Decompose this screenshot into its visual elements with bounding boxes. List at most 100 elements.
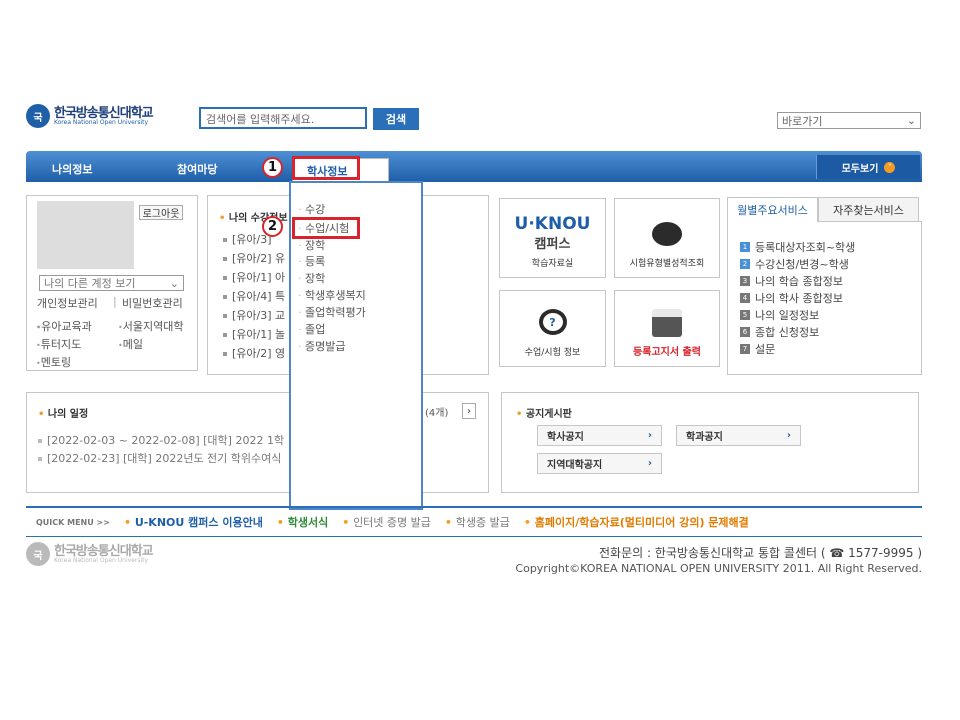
logo-korean-name: 한국방송통신대학교 bbox=[54, 543, 154, 559]
logo-english-name: Korea National Open University bbox=[54, 556, 149, 564]
highlight-box-academic-info bbox=[292, 156, 360, 180]
tab-frequent-services[interactable]: 자주찾는서비스 bbox=[818, 197, 919, 222]
chevron-right-icon[interactable]: › bbox=[462, 403, 476, 419]
service-item[interactable]: 2 수강신청/변경~학생 bbox=[740, 256, 849, 272]
profile-link[interactable]: •메일 bbox=[118, 336, 143, 352]
search-button[interactable]: 검색 bbox=[373, 108, 419, 130]
schedule-item[interactable]: [2022-02-23] [대학] 2022년도 전기 학위수여식 bbox=[38, 450, 281, 466]
profile-photo bbox=[37, 201, 134, 269]
quick-link[interactable]: • 학생증 발급 bbox=[445, 514, 510, 530]
logo-korean-name: 한국방송통신대학교 bbox=[54, 105, 154, 121]
quick-menu-bar: QUICK MENU >> • U-KNOU 캠퍼스 이용안내 • 학생서식 •… bbox=[26, 506, 922, 537]
tile-caption: 수업/시험 정보 bbox=[524, 348, 581, 358]
chevron-right-icon: › bbox=[647, 458, 652, 469]
service-item[interactable]: 6 종합 신청정보 bbox=[740, 324, 819, 340]
separator: | bbox=[113, 295, 117, 308]
regional-notice-button[interactable]: 지역대학공지 › bbox=[537, 453, 662, 474]
footer-contact: 전화문의 : 한국방송통신대학교 통합 콜센터 ( ☎ 1577-9995 ) bbox=[599, 546, 922, 560]
dropdown-item[interactable]: · 등록 bbox=[298, 253, 325, 269]
number-3-icon: 3 bbox=[740, 276, 750, 286]
campus-label: 캠퍼스 bbox=[534, 237, 571, 252]
highlight-box-class-exam bbox=[292, 217, 360, 239]
service-item[interactable]: 4 나의 학사 종합정보 bbox=[740, 290, 843, 306]
dropdown-item[interactable]: · 학생후생복지 bbox=[298, 287, 366, 303]
dropdown-item[interactable]: · 장학 bbox=[298, 237, 325, 253]
password-link[interactable]: 비밀번호관리 bbox=[122, 295, 183, 311]
uknou-logo: U·KNOU bbox=[514, 214, 591, 234]
course-item[interactable]: [유아/1] 놀 bbox=[223, 326, 285, 342]
service-item[interactable]: 1 등록대상자조회~학생 bbox=[740, 239, 855, 255]
dropdown-item[interactable]: · 증명발급 bbox=[298, 338, 345, 354]
tile-tuition-notice[interactable]: 등록고지서 출력 bbox=[614, 290, 720, 367]
shortcut-label: 바로가기 bbox=[782, 114, 823, 128]
tile-caption: 학습자료실 bbox=[531, 259, 574, 269]
logout-button[interactable]: 로그아웃 bbox=[139, 205, 183, 220]
course-item[interactable]: [유아/2] 유 bbox=[223, 250, 285, 266]
course-item[interactable]: [유아/1] 아 bbox=[223, 269, 285, 285]
tile-class-exam-info[interactable]: ? 수업/시험 정보 bbox=[499, 290, 606, 367]
profile-link[interactable]: •멘토링 bbox=[36, 354, 71, 370]
schedule-item[interactable]: [2022-02-03 ~ 2022-02-08] [대학] 2022 1학 bbox=[38, 432, 284, 448]
dropdown-item[interactable]: · 수강 bbox=[298, 201, 325, 217]
profile-link[interactable]: •유아교육과 bbox=[36, 318, 92, 334]
schedule-title: • 나의 일정 bbox=[38, 409, 89, 420]
number-7-icon: 7 bbox=[740, 344, 750, 354]
quick-link[interactable]: • 홈페이지/학습자료(멀티미디어 강의) 문제해결 bbox=[524, 514, 749, 530]
quick-link[interactable]: • 인터넷 증명 발급 bbox=[342, 514, 431, 530]
main-nav-bar bbox=[26, 151, 922, 182]
dropdown-item[interactable]: · 졸업 bbox=[298, 321, 325, 337]
account-select-label: 나의 다른 계정 보기 bbox=[44, 277, 136, 290]
tile-caption: 시험유형별성적조회 bbox=[629, 259, 705, 269]
nav-item-my-info[interactable]: 나의정보 bbox=[52, 161, 92, 177]
chevron-down-icon: ˅ bbox=[884, 161, 896, 173]
service-item[interactable]: 7 설문 bbox=[740, 341, 775, 357]
footer-copyright: Copyright©KOREA NATIONAL OPEN UNIVERSITY… bbox=[515, 562, 922, 575]
course-item[interactable]: [유아/3] 교 bbox=[223, 307, 285, 323]
quick-menu-label: QUICK MENU >> bbox=[36, 517, 110, 527]
course-item[interactable]: [유아/4] 특 bbox=[223, 288, 285, 304]
step-marker-1: 1 bbox=[262, 157, 283, 178]
printer-icon bbox=[652, 309, 682, 337]
shortcut-select[interactable]: 바로가기 ⌄ bbox=[777, 112, 921, 129]
number-2-icon: 2 bbox=[740, 259, 750, 269]
logo-emblem-icon: 국 bbox=[26, 542, 50, 566]
service-item[interactable]: 5 나의 일정정보 bbox=[740, 307, 819, 323]
profile-link[interactable]: •튜터지도 bbox=[36, 336, 81, 352]
tab-monthly-services[interactable]: 월별주요서비스 bbox=[727, 197, 818, 222]
number-5-icon: 5 bbox=[740, 310, 750, 320]
department-notice-button[interactable]: 학과공지 › bbox=[676, 425, 801, 446]
personal-info-link[interactable]: 개인정보관리 bbox=[37, 295, 98, 311]
academic-notice-button[interactable]: 학사공지 › bbox=[537, 425, 662, 446]
view-all-button[interactable]: 모두보기 ˅ bbox=[816, 155, 920, 179]
chevron-right-icon: › bbox=[786, 430, 791, 441]
tile-grade-lookup[interactable]: 시험유형별성적조회 bbox=[614, 198, 720, 278]
step-marker-2: 2 bbox=[262, 216, 283, 237]
tile-uknou-campus[interactable]: U·KNOU 캠퍼스 학습자료실 bbox=[499, 198, 606, 278]
service-item[interactable]: 3 나의 학습 종합정보 bbox=[740, 273, 843, 289]
chevron-down-icon: ⌄ bbox=[906, 114, 916, 127]
number-4-icon: 4 bbox=[740, 293, 750, 303]
chevron-down-icon: ⌄ bbox=[169, 276, 179, 290]
university-logo[interactable]: 국 한국방송통신대학교 Korea National Open Universi… bbox=[26, 103, 186, 129]
account-select[interactable]: 나의 다른 계정 보기 ⌄ bbox=[39, 275, 184, 291]
dropdown-item[interactable]: · 장학 bbox=[298, 270, 325, 286]
quick-link[interactable]: • 학생서식 bbox=[277, 514, 328, 530]
mouse-icon bbox=[652, 222, 682, 246]
chevron-right-icon: › bbox=[647, 430, 652, 441]
profile-link[interactable]: •서울지역대학 bbox=[118, 318, 183, 334]
tile-caption: 등록고지서 출력 bbox=[633, 347, 701, 358]
number-6-icon: 6 bbox=[740, 327, 750, 337]
footer-logo: 국 한국방송통신대학교 Korea National Open Universi… bbox=[26, 541, 186, 567]
view-all-label: 모두보기 bbox=[841, 163, 879, 175]
logo-english-name: Korea National Open University bbox=[54, 118, 149, 126]
course-item[interactable]: [유아/2] 영 bbox=[223, 345, 285, 361]
headset-icon: ? bbox=[538, 309, 567, 335]
search-input[interactable]: 검색어를 입력해주세요. bbox=[199, 107, 367, 129]
logo-emblem-icon: 국 bbox=[26, 104, 50, 128]
notice-board-title: • 공지게시판 bbox=[516, 409, 572, 420]
dropdown-item[interactable]: · 졸업학력평가 bbox=[298, 304, 366, 320]
schedule-count: (4개) bbox=[425, 408, 449, 419]
nav-item-community[interactable]: 참여마당 bbox=[177, 161, 217, 177]
quick-link[interactable]: • U-KNOU 캠퍼스 이용안내 bbox=[124, 514, 263, 530]
number-1-icon: 1 bbox=[740, 242, 750, 252]
